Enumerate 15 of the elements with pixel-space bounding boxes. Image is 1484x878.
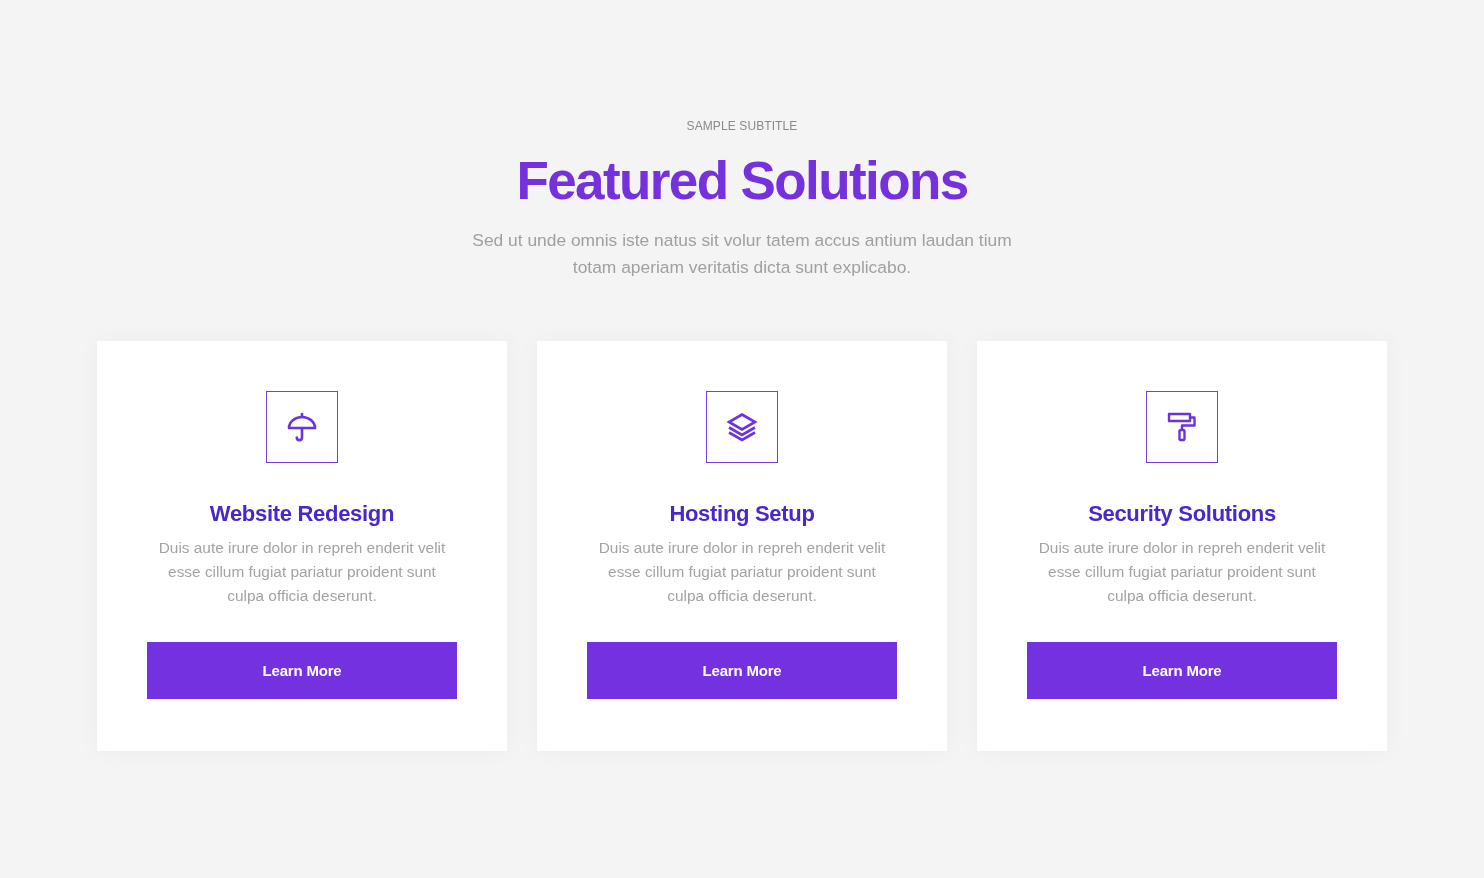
card-title: Hosting Setup (669, 500, 815, 528)
section-subtitle: SAMPLE SUBTITLE (686, 119, 798, 133)
learn-more-button[interactable]: Learn More (1027, 642, 1337, 699)
card-title: Security Solutions (1088, 500, 1276, 528)
section-heading: Featured Solutions (516, 151, 968, 211)
learn-more-button[interactable]: Learn More (587, 642, 897, 699)
section-description: Sed ut unde omnis iste natus sit volur tatem accus antium laudan tium totam aperiam veritatis dicta sunt explicabo. (471, 229, 1013, 279)
paint-roller-icon (1146, 391, 1218, 463)
learn-more-button[interactable]: Learn More (147, 642, 457, 699)
umbrella-icon (266, 391, 338, 463)
card-description: Duis aute irure dolor in repreh enderit velit esse cillum fugiat pariatur proident sunt culpa officia deserunt. (157, 538, 447, 606)
card-description: Duis aute irure dolor in repreh enderit velit esse cillum fugiat pariatur proident sunt culpa officia deserunt. (1037, 538, 1327, 606)
layers-icon (706, 391, 778, 463)
card-title: Website Redesign (209, 500, 395, 528)
card-description: Duis aute irure dolor in repreh enderit velit esse cillum fugiat pariatur proident sunt culpa officia deserunt. (597, 538, 887, 606)
